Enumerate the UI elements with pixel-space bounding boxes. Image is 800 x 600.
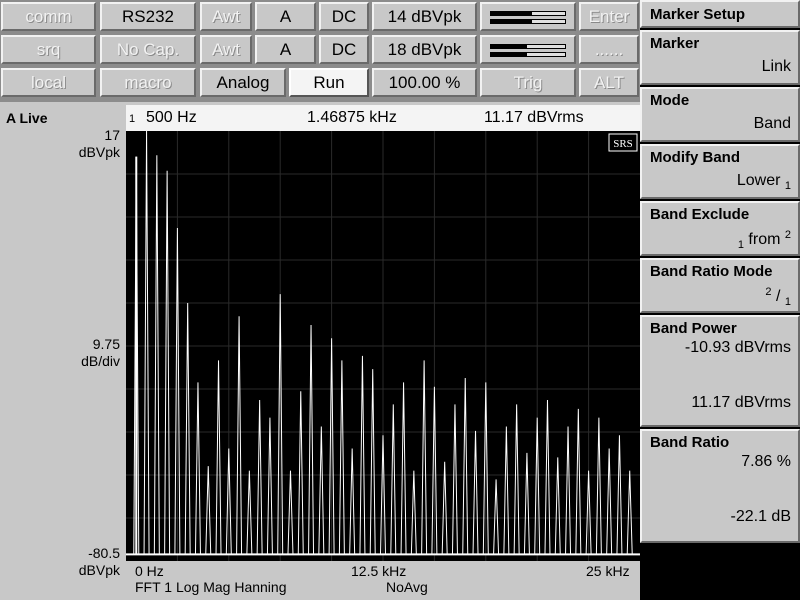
averaging-label: NoAvg [386,579,428,595]
modify-band-value-text: Lower [736,172,781,189]
level-meter-fill [491,53,527,56]
y-bottom-unit: dBVpk [78,562,120,578]
display-panel: A Live 1 500 Hz 1.46875 kHz 11.17 dBVrms… [0,102,640,600]
modify-band-softkey[interactable]: Modify Band Lower 1 [640,144,800,199]
x-mid-label: 12.5 kHz [351,563,407,579]
level-meter-bar [490,52,566,57]
macro-button[interactable]: macro [100,68,196,97]
marker-readout-bar: 1 500 Hz 1.46875 kHz 11.17 dBVrms [126,105,640,131]
input-a-button-1[interactable]: A [255,2,316,31]
modify-band-label: Modify Band [650,149,740,166]
level-meter-fill [491,12,532,15]
level-meter-1 [480,2,576,31]
band-ratio-label: Band Ratio [650,434,730,451]
modify-band-value: Lower 1 [650,172,791,192]
level-meter-2 [480,35,576,64]
no-capture-button[interactable]: No Cap. [100,35,196,64]
mode-label: Mode [650,92,690,109]
enter-button[interactable]: Enter [579,2,639,31]
auto-weight-button-2[interactable]: Awt [200,35,252,64]
band-exclude-label: Band Exclude [650,206,750,223]
band-ratio-slash: / [775,288,781,305]
level-meter-bar [490,19,566,24]
x-start-label: 0 Hz [135,563,164,579]
center-frequency: 1.46875 kHz [307,109,397,126]
mode-value: Band [753,115,791,132]
run-button[interactable]: Run [289,68,369,97]
y-scale-unit: dB/div [81,353,120,369]
band-ratio-mode-softkey[interactable]: Band Ratio Mode 2 / 1 [640,258,800,313]
sidebar-empty [640,543,800,600]
trace-label: A Live [6,110,48,126]
marker-value: Link [761,58,791,75]
marker-amplitude: 11.17 dBVrms [484,109,584,126]
dots-button[interactable]: ...... [579,35,639,64]
srs-logo: SRS [608,133,638,152]
srs-logo-text: SRS [613,138,633,150]
percent-readout: 100.00 % [372,68,477,97]
mode-softkey[interactable]: Mode Band [640,87,800,142]
auto-weight-button-1[interactable]: Awt [200,2,252,31]
band-power-value-2: 11.17 dBVrms [691,394,791,411]
trigger-button[interactable]: Trig [480,68,576,97]
marker-softkey[interactable]: Marker Link [640,30,800,85]
y-top-value: 17 [104,127,120,143]
level-meter-bar [490,11,566,16]
srq-button[interactable]: srq [1,35,96,64]
band-ratio-mode-label: Band Ratio Mode [650,263,773,280]
band-ratio-denominator: 1 [784,296,791,308]
marker-label: Marker [650,35,700,52]
toolbar: comm RS232 Awt A DC 14 dBVpk Enter srq N… [0,0,640,102]
measurement-label: FFT 1 Log Mag Hanning [135,579,287,595]
level-meter-bar [490,44,566,49]
band-power-label: Band Power [650,320,737,337]
local-button[interactable]: local [1,68,96,97]
band-ratio-numerator: 2 [765,286,772,298]
band-exclude-to-index: 2 [784,229,791,241]
band-exclude-from-index: 1 [737,239,744,251]
dc-coupling-button-2[interactable]: DC [319,35,369,64]
dc-coupling-button-1[interactable]: DC [319,2,369,31]
comm-button[interactable]: comm [1,2,96,31]
band-power-value-1: -10.93 dBVrms [684,339,791,356]
alt-button[interactable]: ALT [579,68,639,97]
band-power-readout: Band Power -10.93 dBVrms 11.17 dBVrms [640,315,800,427]
band-exclude-word: from [748,231,781,248]
band-ratio-readout: Band Ratio 7.86 % -22.1 dB [640,429,800,543]
y-bottom-value: -80.5 [88,545,120,561]
marker-frequency: 500 Hz [146,109,197,126]
analog-button[interactable]: Analog [200,68,286,97]
y-top-unit: dBVpk [78,144,120,160]
modify-band-subscript: 1 [784,180,791,192]
menu-title-label: Marker Setup [650,5,746,23]
level-meter-fill [491,20,532,23]
y-scale-value: 9.75 [92,336,120,352]
level-meter-fill [491,45,527,48]
rs232-button[interactable]: RS232 [100,2,196,31]
band-ratio-value-2: -22.1 dB [730,508,791,525]
marker-number: 1 [129,113,136,125]
menu-title: Marker Setup [640,0,800,28]
band-exclude-softkey[interactable]: Band Exclude 1 from 2 [640,201,800,256]
input-range-button-2[interactable]: 18 dBVpk [372,35,477,64]
input-a-button-2[interactable]: A [255,35,316,64]
band-ratio-value-1: 7.86 % [741,453,791,470]
spectrum-plot[interactable]: SRS [126,131,640,561]
input-range-button-1[interactable]: 14 dBVpk [372,2,477,31]
band-ratio-mode-value: 2 / 1 [650,286,791,308]
band-exclude-value: 1 from 2 [650,229,791,251]
x-end-label: 25 kHz [586,563,630,579]
